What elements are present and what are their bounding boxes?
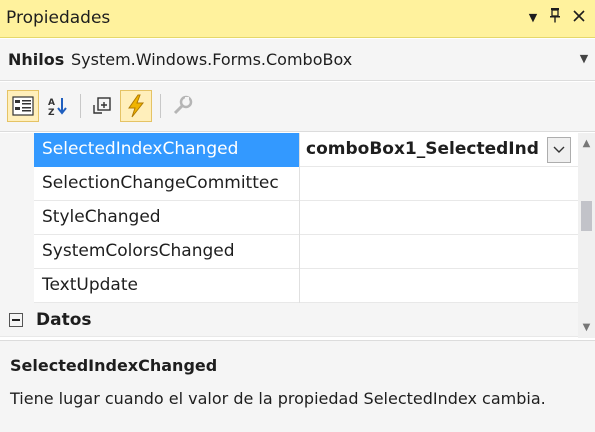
property-name[interactable]: StyleChanged [34, 201, 300, 235]
property-name[interactable]: SelectedIndexChanged [34, 133, 300, 167]
description-pane: SelectedIndexChanged Tiene lugar cuando … [0, 340, 595, 432]
scrollbar-thumb[interactable] [581, 201, 592, 231]
row-margin [0, 133, 34, 167]
scroll-up-icon[interactable]: ▲ [578, 135, 595, 152]
row-margin [0, 235, 34, 269]
row-margin [0, 269, 34, 303]
property-grid: SelectedIndexChanged comboBox1_SelectedI… [0, 133, 578, 338]
property-toolbar: A Z [0, 82, 595, 132]
property-row-textupdate[interactable]: TextUpdate [0, 269, 578, 303]
property-row-selectedindexchanged[interactable]: SelectedIndexChanged comboBox1_SelectedI… [0, 133, 578, 167]
category-row-datos[interactable]: Datos [0, 303, 578, 337]
description-title: SelectedIndexChanged [10, 356, 218, 375]
object-name: Nhilos [8, 50, 65, 69]
pin-icon[interactable] [544, 6, 566, 30]
property-value[interactable] [300, 167, 578, 201]
object-selector-dropdown-icon[interactable]: ▼ [577, 49, 591, 69]
alphabetical-icon[interactable]: A Z [42, 90, 74, 122]
property-name[interactable]: TextUpdate [34, 269, 300, 303]
window-title: Propiedades [6, 8, 111, 28]
window-title-bar: Propiedades ▼ [0, 0, 595, 38]
window-position-dropdown-button[interactable]: ▼ [522, 6, 544, 30]
property-row-systemcolorschanged[interactable]: SystemColorsChanged [0, 235, 578, 269]
close-icon[interactable] [568, 6, 590, 30]
description-text: Tiene lugar cuando el valor de la propie… [10, 389, 546, 408]
properties-icon[interactable] [86, 90, 118, 122]
property-name[interactable]: SystemColorsChanged [34, 235, 300, 269]
object-type: System.Windows.Forms.ComboBox [71, 50, 353, 69]
property-row-stylechanged[interactable]: StyleChanged [0, 201, 578, 235]
events-icon[interactable] [120, 90, 152, 122]
property-pages-icon[interactable] [166, 90, 198, 122]
svg-text:A: A [48, 98, 55, 108]
event-handler-value[interactable]: comboBox1_SelectedInd [300, 133, 578, 167]
object-selector[interactable]: Nhilos System.Windows.Forms.ComboBox ▼ [0, 39, 595, 81]
property-row-selectionchangecommitted[interactable]: SelectionChangeCommittec [0, 167, 578, 201]
property-value[interactable] [300, 201, 578, 235]
scroll-down-icon[interactable]: ▼ [578, 319, 595, 336]
collapse-icon[interactable] [9, 313, 23, 327]
vertical-scrollbar[interactable]: ▲ ▼ [578, 133, 595, 338]
toolbar-separator [160, 94, 161, 118]
row-margin [0, 201, 34, 235]
category-name: Datos [36, 310, 92, 330]
property-name[interactable]: SelectionChangeCommittec [34, 167, 300, 201]
row-margin [0, 167, 34, 201]
property-value[interactable] [300, 269, 578, 303]
svg-text:Z: Z [48, 108, 55, 117]
chevron-down-icon[interactable] [547, 137, 571, 163]
property-value[interactable] [300, 235, 578, 269]
toolbar-separator [80, 94, 81, 118]
categorized-icon[interactable] [7, 90, 39, 122]
